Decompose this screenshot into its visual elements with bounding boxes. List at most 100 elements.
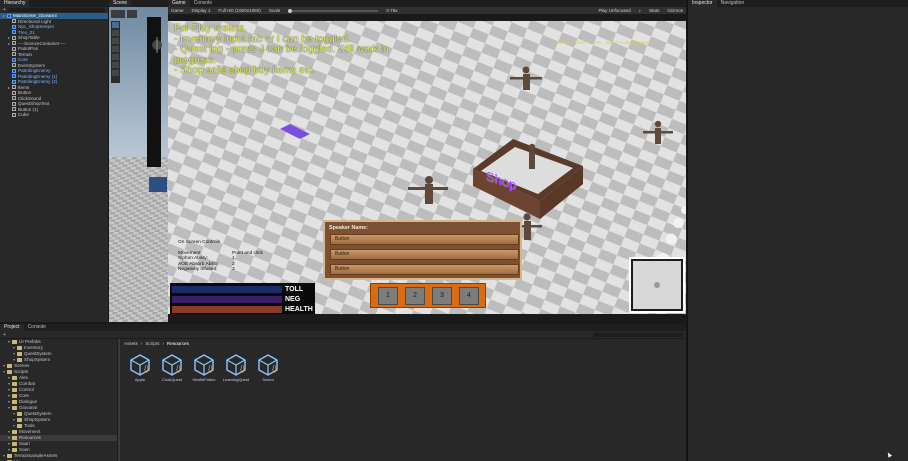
hotbar-slot[interactable]: 4 — [459, 287, 479, 305]
stat-bar-label: TOLL — [285, 285, 304, 293]
asset-item[interactable]: {} HealthPotion — [188, 354, 220, 382]
scriptable-object-icon: {} — [130, 354, 150, 376]
tab-console-top[interactable]: Console — [190, 0, 216, 7]
note-line: - Shop sells shop buy items etc. — [174, 65, 316, 76]
hotbar-slot[interactable]: 1 — [378, 287, 398, 305]
resolution-dropdown[interactable]: Full HD (1920x1080) — [218, 8, 260, 13]
status-bars: TOLL NEG HEALTH — [170, 283, 315, 314]
breadcrumb: Assets › Scripts › Resources — [124, 340, 189, 346]
folder-icon — [12, 436, 17, 440]
scriptable-object-icon: {} — [226, 354, 246, 376]
stat-bar-fill — [172, 285, 282, 293]
gameobject-icon — [12, 107, 16, 112]
dialog-option-button[interactable]: Button — [330, 249, 519, 260]
scale-slider[interactable] — [288, 8, 379, 13]
hotbar-slot[interactable]: 3 — [432, 287, 452, 305]
svg-text:{}: {} — [144, 366, 149, 373]
gameobject-icon — [12, 30, 16, 35]
folder-icon — [12, 376, 17, 380]
folder-icon — [12, 382, 17, 386]
display-dropdown[interactable]: Display 1 — [192, 8, 211, 13]
project-panel: Project Console + ▾ UI Prefabs ▾ Inventory ▾… — [0, 324, 686, 461]
asset-item[interactable]: {} Apple — [124, 354, 156, 382]
navigation-tab-label: Navigation — [720, 0, 745, 6]
folder-icon — [7, 370, 12, 374]
folder-icon — [17, 424, 22, 428]
game-panel: Game Console Game Display 1 Full HD (192… — [168, 0, 686, 322]
control-value: Point and click — [232, 250, 263, 256]
breadcrumb-item[interactable]: Assets — [124, 341, 138, 346]
scrollbar[interactable] — [118, 339, 120, 461]
hierarchy-search-input[interactable] — [8, 8, 105, 12]
gameobject-icon — [12, 19, 16, 24]
asset-label: HealthPotion — [192, 377, 216, 382]
hierarchy-list: ▸ MainScene_Giovanni Directional Light Npc_… — [0, 13, 108, 118]
mute-icon[interactable]: ♪ — [639, 8, 641, 13]
dialog-option-button[interactable]: Button — [330, 264, 519, 275]
gameobject-icon — [12, 112, 16, 117]
asset-item[interactable]: {} Sword — [252, 354, 284, 382]
game-viewport[interactable]: For Play testers, - Inventory input tab o… — [168, 21, 686, 314]
tab-game[interactable]: Game — [168, 0, 190, 7]
inspector-tabbar: Inspector Navigation — [688, 0, 908, 7]
project-console-tab-label: Console — [27, 324, 46, 330]
quest-hint: Collected Sticks: 1/3/10 . Talked to sho… — [553, 40, 658, 45]
tab-scene[interactable]: Scene — [109, 0, 132, 7]
breadcrumb-item[interactable]: Resources — [167, 341, 189, 346]
folder-icon — [17, 418, 22, 422]
asset-item[interactable]: {} CookQuest — [156, 354, 188, 382]
tab-console[interactable]: Console — [24, 324, 50, 331]
notes-list: For Play testers, - Inventory input tab o… — [174, 23, 389, 77]
stat-bar-fill — [172, 305, 282, 313]
inspector-tab-label: Inspector — [692, 0, 713, 6]
asset-item[interactable]: {} LearningQuest — [220, 354, 252, 382]
breadcrumb-separator-icon: › — [162, 340, 164, 346]
gameobject-icon — [12, 74, 16, 79]
hierarchy-panel: Hierarchy + ▸ MainScene_Giovanni Direction… — [0, 0, 108, 322]
inspector-panel: Inspector Navigation — [687, 0, 908, 461]
folder-icon — [17, 412, 22, 416]
tab-hierarchy[interactable]: Hierarchy — [0, 0, 30, 7]
plus-icon[interactable]: + — [3, 332, 6, 338]
speaker-name: Speaker Name: — [329, 225, 368, 231]
stats-button[interactable]: Stats — [649, 8, 659, 13]
gameobject-icon — [12, 63, 16, 68]
stat-bar: HEALTH — [172, 305, 313, 313]
gameobject-icon — [12, 57, 16, 62]
folder-icon — [12, 400, 17, 404]
folder-icon — [12, 442, 17, 446]
hierarchy-item[interactable]: Cube — [0, 112, 108, 118]
gameobject-icon — [12, 52, 16, 57]
note-line: For Play testers, — [174, 23, 247, 34]
tab-inspector[interactable]: Inspector — [688, 0, 717, 7]
scriptable-object-icon: {} — [194, 354, 214, 376]
tab-navigation[interactable]: Navigation — [717, 0, 749, 7]
svg-text:{}: {} — [272, 366, 277, 373]
console-tab-label: Console — [193, 0, 212, 6]
game-toolbar: Game Display 1 Full HD (1920x1080) Scale… — [168, 7, 686, 14]
project-toolbar: + — [0, 331, 686, 339]
dialog-box: Speaker Name: Button Button Button — [323, 220, 522, 280]
folder-icon — [12, 388, 17, 392]
scriptable-object-icon: {} — [258, 354, 278, 376]
tab-project[interactable]: Project — [0, 324, 24, 331]
folder-icon — [7, 364, 12, 368]
project-tabbar: Project Console — [0, 324, 686, 331]
gameobject-icon — [12, 68, 16, 73]
hotbar-slot[interactable]: 2 — [405, 287, 425, 305]
gameobject-icon — [12, 79, 16, 84]
play-mode-dropdown[interactable]: Play Unfocused — [598, 8, 630, 13]
gameobject-icon — [12, 85, 16, 90]
gameobject-icon — [12, 46, 16, 51]
dialog-option-button[interactable]: Button — [330, 234, 519, 245]
folder-icon — [12, 406, 17, 410]
scene-view[interactable] — [109, 7, 168, 322]
scene-tabbar: Scene — [109, 0, 168, 7]
scene-tab-label: Scene — [113, 0, 128, 6]
gizmos-button[interactable]: Gizmos — [667, 8, 683, 13]
project-search-input[interactable] — [593, 332, 683, 337]
breadcrumb-item[interactable]: Scripts — [145, 341, 159, 346]
asset-label: LearningQuest — [222, 377, 250, 382]
game-mode-dropdown[interactable]: Game — [171, 8, 184, 13]
gameobject-icon — [12, 101, 16, 106]
